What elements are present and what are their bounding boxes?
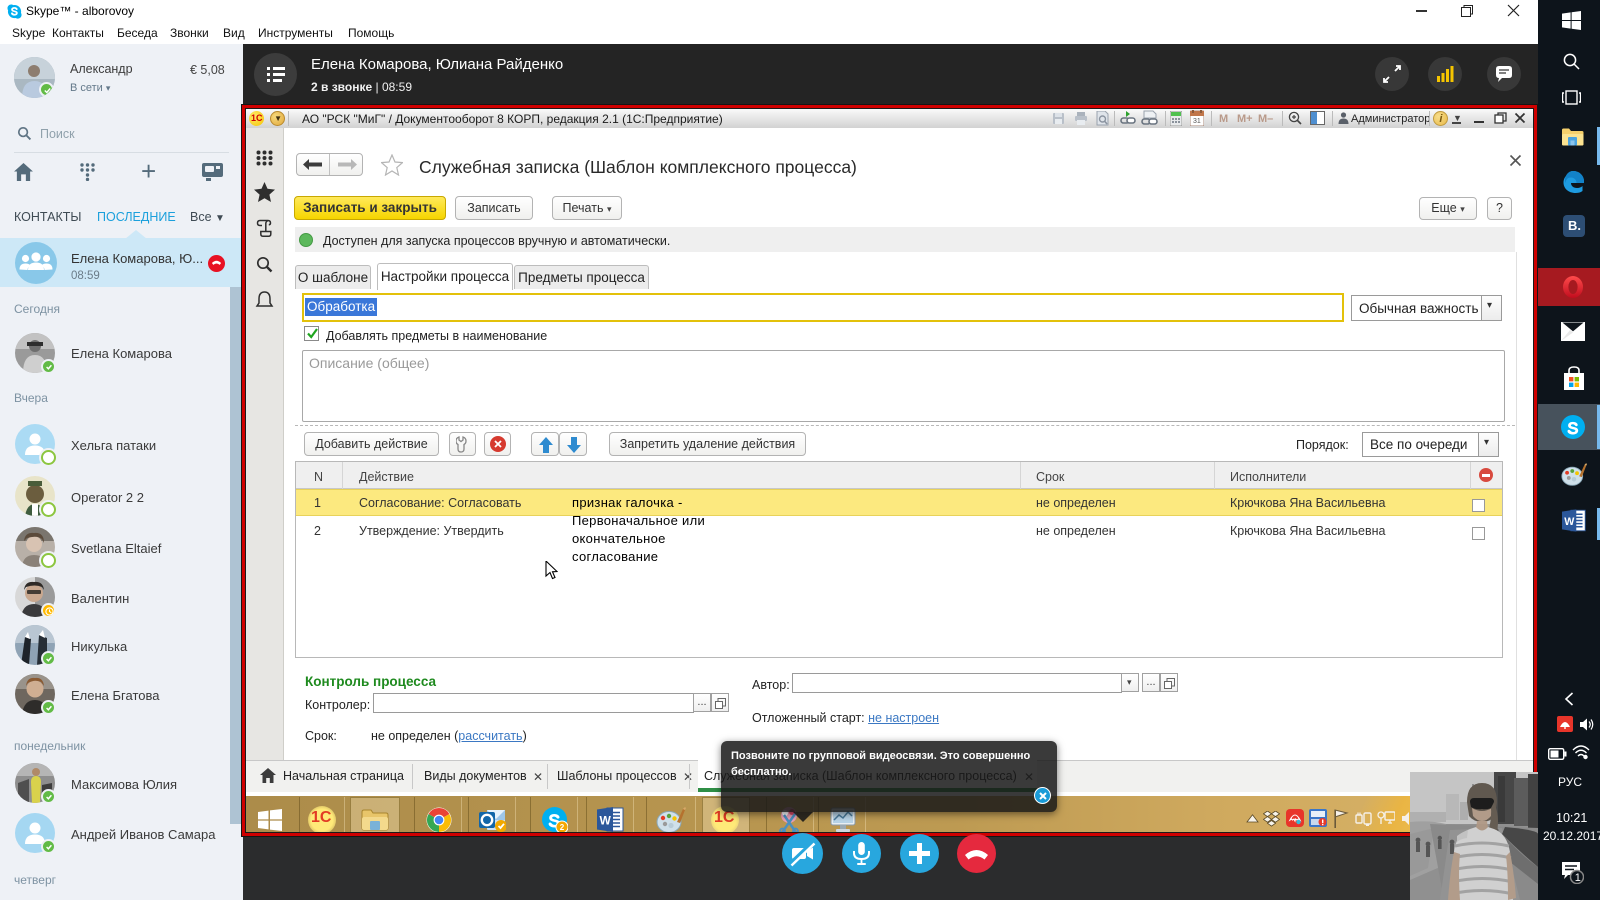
svg-text:2: 2 <box>560 823 565 832</box>
svg-text:W: W <box>600 814 612 828</box>
svg-text:1: 1 <box>1575 872 1581 884</box>
svg-text:31: 31 <box>1193 118 1201 125</box>
svg-text:W: W <box>1564 516 1575 528</box>
